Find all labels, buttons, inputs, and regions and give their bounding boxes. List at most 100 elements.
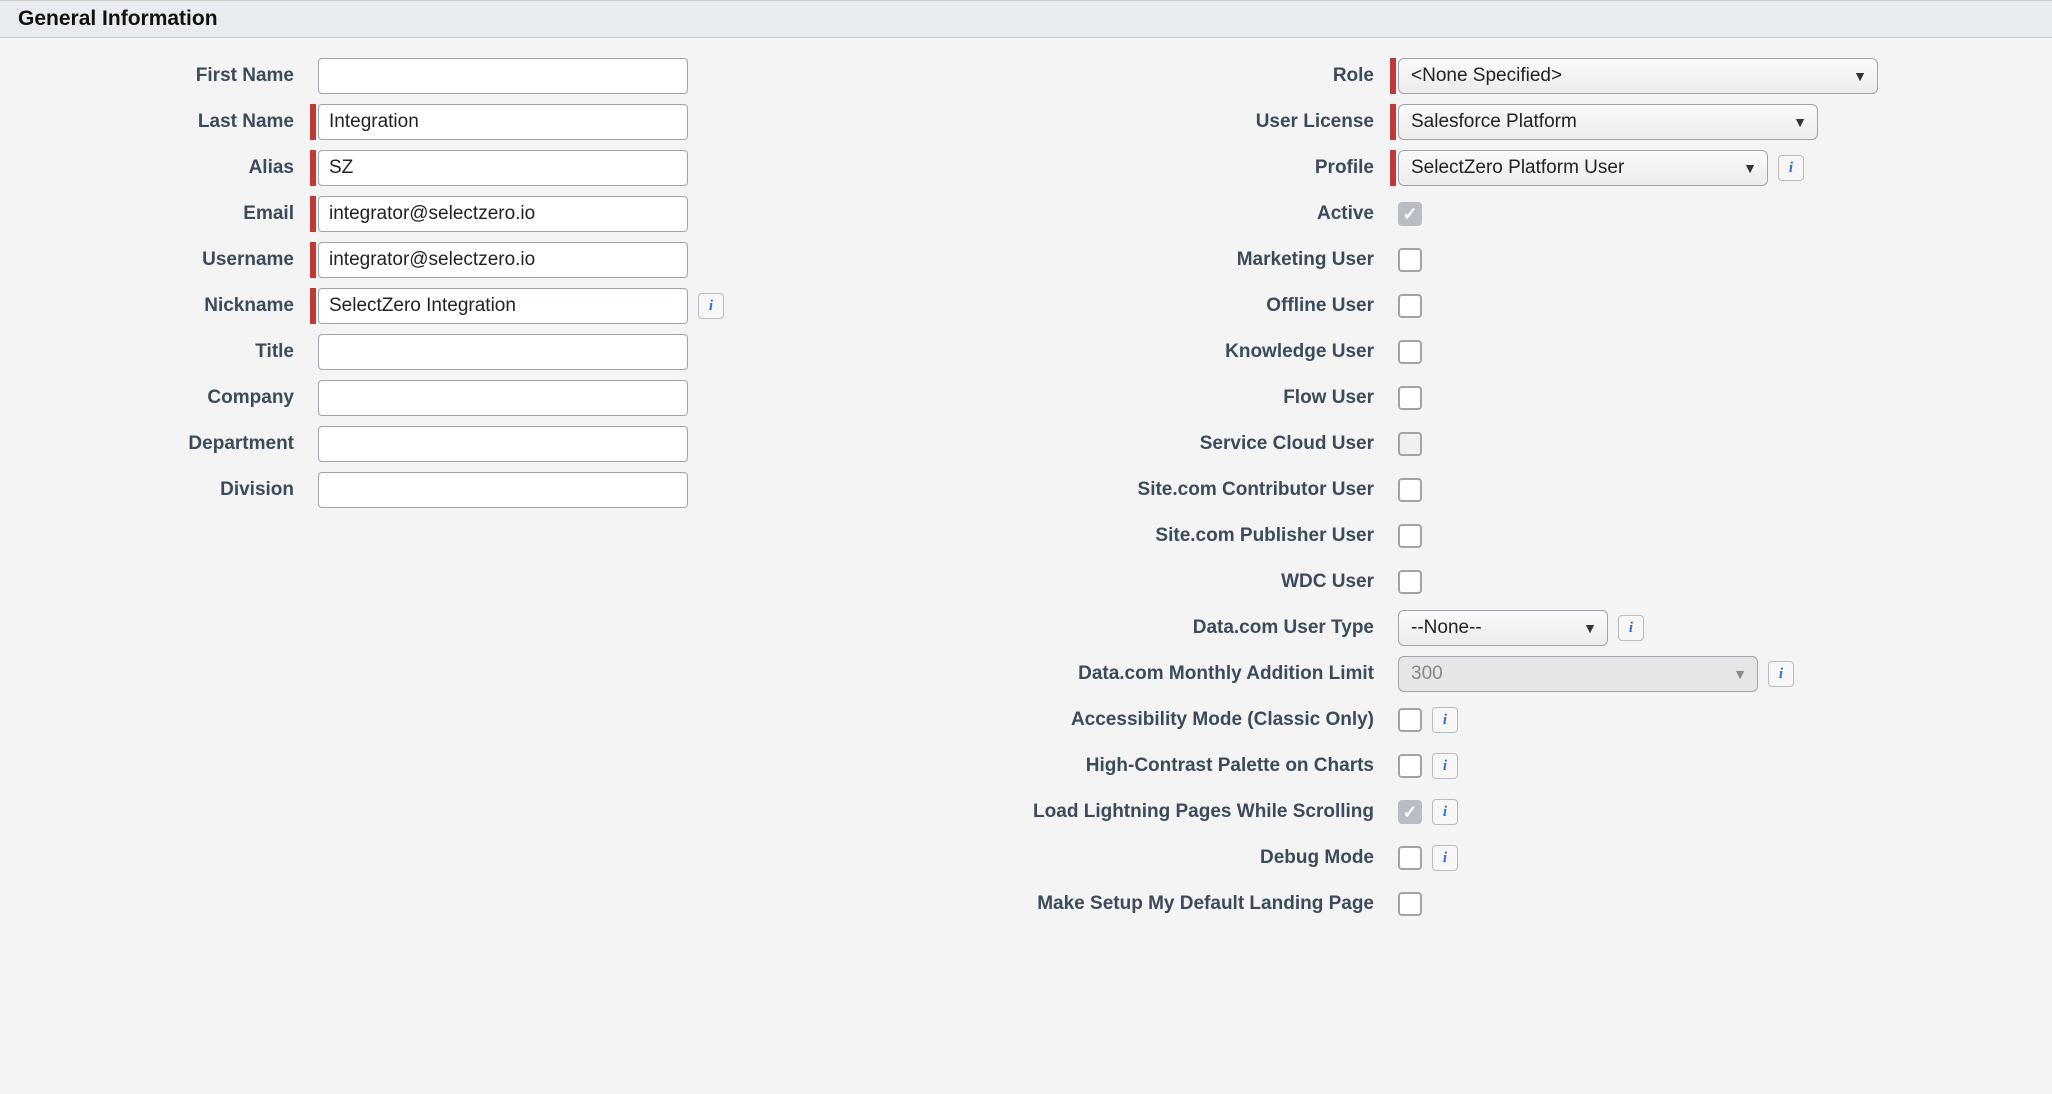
username-label: Username bbox=[10, 249, 310, 271]
row-first-name: First Name bbox=[10, 58, 830, 94]
row-department: Department bbox=[10, 426, 830, 462]
row-datacom-user-type: Data.com User Type --None-- ▼ i bbox=[830, 610, 2042, 646]
high-contrast-checkbox[interactable] bbox=[1398, 754, 1422, 778]
user-license-label: User License bbox=[830, 111, 1390, 133]
marketing-user-checkbox[interactable] bbox=[1398, 248, 1422, 272]
wdc-user-label: WDC User bbox=[830, 571, 1390, 593]
first-name-label: First Name bbox=[10, 65, 310, 87]
row-last-name: Last Name bbox=[10, 104, 830, 140]
row-datacom-monthly-limit: Data.com Monthly Addition Limit 300 ▼ i bbox=[830, 656, 2042, 692]
required-icon bbox=[310, 196, 316, 232]
active-checkbox[interactable]: ✓ bbox=[1398, 202, 1422, 226]
chevron-down-icon: ▼ bbox=[1853, 68, 1867, 84]
row-username: Username bbox=[10, 242, 830, 278]
row-wdc-user: WDC User bbox=[830, 564, 2042, 600]
department-label: Department bbox=[10, 433, 310, 455]
flow-user-checkbox[interactable] bbox=[1398, 386, 1422, 410]
make-setup-default-checkbox[interactable] bbox=[1398, 892, 1422, 916]
department-input[interactable] bbox=[318, 426, 688, 462]
user-license-select[interactable]: Salesforce Platform ▼ bbox=[1398, 104, 1818, 140]
email-input[interactable] bbox=[318, 196, 688, 232]
datacom-monthly-limit-value: 300 bbox=[1411, 663, 1443, 685]
flow-user-label: Flow User bbox=[830, 387, 1390, 409]
load-lightning-info-button[interactable]: i bbox=[1432, 799, 1458, 825]
profile-info-button[interactable]: i bbox=[1778, 155, 1804, 181]
service-cloud-user-label: Service Cloud User bbox=[830, 433, 1390, 455]
row-marketing-user: Marketing User bbox=[830, 242, 2042, 278]
username-input[interactable] bbox=[318, 242, 688, 278]
info-icon: i bbox=[1443, 712, 1447, 729]
datacom-user-type-label: Data.com User Type bbox=[830, 617, 1390, 639]
marketing-user-label: Marketing User bbox=[830, 249, 1390, 271]
profile-select-value: SelectZero Platform User bbox=[1411, 157, 1624, 179]
required-icon bbox=[310, 288, 316, 324]
division-input[interactable] bbox=[318, 472, 688, 508]
debug-mode-info-button[interactable]: i bbox=[1432, 845, 1458, 871]
profile-label: Profile bbox=[830, 157, 1390, 179]
make-setup-default-label: Make Setup My Default Landing Page bbox=[830, 893, 1390, 915]
row-site-publisher: Site.com Publisher User bbox=[830, 518, 2042, 554]
info-icon: i bbox=[1443, 804, 1447, 821]
last-name-label: Last Name bbox=[10, 111, 310, 133]
active-label: Active bbox=[830, 203, 1390, 225]
row-service-cloud-user: Service Cloud User bbox=[830, 426, 2042, 462]
row-accessibility-mode: Accessibility Mode (Classic Only) i bbox=[830, 702, 2042, 738]
row-user-license: User License Salesforce Platform ▼ bbox=[830, 104, 2042, 140]
alias-input[interactable] bbox=[318, 150, 688, 186]
datacom-user-type-value: --None-- bbox=[1411, 617, 1482, 639]
info-icon: i bbox=[1789, 160, 1793, 177]
datacom-user-type-select[interactable]: --None-- ▼ bbox=[1398, 610, 1608, 646]
role-select[interactable]: <None Specified> ▼ bbox=[1398, 58, 1878, 94]
row-nickname: Nickname i bbox=[10, 288, 830, 324]
profile-select[interactable]: SelectZero Platform User ▼ bbox=[1398, 150, 1768, 186]
datacom-monthly-limit-label: Data.com Monthly Addition Limit bbox=[830, 663, 1390, 685]
wdc-user-checkbox[interactable] bbox=[1398, 570, 1422, 594]
site-contributor-checkbox[interactable] bbox=[1398, 478, 1422, 502]
chevron-down-icon: ▼ bbox=[1733, 666, 1747, 682]
row-flow-user: Flow User bbox=[830, 380, 2042, 416]
row-site-contributor: Site.com Contributor User bbox=[830, 472, 2042, 508]
debug-mode-label: Debug Mode bbox=[830, 847, 1390, 869]
user-license-select-value: Salesforce Platform bbox=[1411, 111, 1577, 133]
service-cloud-user-checkbox bbox=[1398, 432, 1422, 456]
site-publisher-checkbox[interactable] bbox=[1398, 524, 1422, 548]
info-icon: i bbox=[1443, 850, 1447, 867]
last-name-input[interactable] bbox=[318, 104, 688, 140]
required-icon bbox=[310, 242, 316, 278]
datacom-monthly-limit-info-button[interactable]: i bbox=[1768, 661, 1794, 687]
site-contributor-label: Site.com Contributor User bbox=[830, 479, 1390, 501]
alias-label: Alias bbox=[10, 157, 310, 179]
row-alias: Alias bbox=[10, 150, 830, 186]
role-label: Role bbox=[830, 65, 1390, 87]
division-label: Division bbox=[10, 479, 310, 501]
required-icon bbox=[1390, 58, 1396, 94]
load-lightning-checkbox[interactable]: ✓ bbox=[1398, 800, 1422, 824]
row-load-lightning: Load Lightning Pages While Scrolling ✓ i bbox=[830, 794, 2042, 830]
nickname-input[interactable] bbox=[318, 288, 688, 324]
knowledge-user-checkbox[interactable] bbox=[1398, 340, 1422, 364]
debug-mode-checkbox[interactable] bbox=[1398, 846, 1422, 870]
load-lightning-label: Load Lightning Pages While Scrolling bbox=[830, 801, 1390, 823]
first-name-input[interactable] bbox=[318, 58, 688, 94]
high-contrast-info-button[interactable]: i bbox=[1432, 753, 1458, 779]
section-header: General Information bbox=[0, 0, 2052, 38]
info-icon: i bbox=[1629, 620, 1633, 637]
info-icon: i bbox=[1779, 666, 1783, 683]
row-title: Title bbox=[10, 334, 830, 370]
row-active: Active ✓ bbox=[830, 196, 2042, 232]
title-input[interactable] bbox=[318, 334, 688, 370]
accessibility-mode-info-button[interactable]: i bbox=[1432, 707, 1458, 733]
row-high-contrast: High-Contrast Palette on Charts i bbox=[830, 748, 2042, 784]
company-input[interactable] bbox=[318, 380, 688, 416]
required-icon bbox=[310, 104, 316, 140]
role-select-value: <None Specified> bbox=[1411, 65, 1562, 87]
row-make-setup-default: Make Setup My Default Landing Page bbox=[830, 886, 2042, 922]
chevron-down-icon: ▼ bbox=[1583, 620, 1597, 636]
offline-user-label: Offline User bbox=[830, 295, 1390, 317]
accessibility-mode-checkbox[interactable] bbox=[1398, 708, 1422, 732]
offline-user-checkbox[interactable] bbox=[1398, 294, 1422, 318]
row-profile: Profile SelectZero Platform User ▼ i bbox=[830, 150, 2042, 186]
site-publisher-label: Site.com Publisher User bbox=[830, 525, 1390, 547]
nickname-info-button[interactable]: i bbox=[698, 293, 724, 319]
datacom-user-type-info-button[interactable]: i bbox=[1618, 615, 1644, 641]
